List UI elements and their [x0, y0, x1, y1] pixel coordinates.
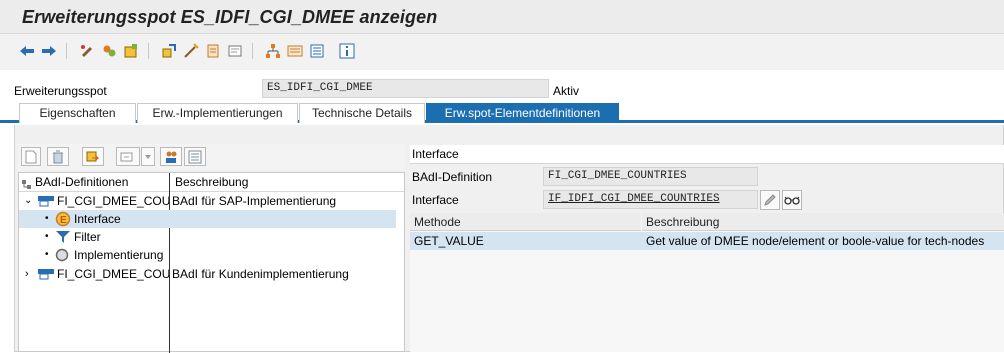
display-change-icon[interactable]	[78, 42, 96, 60]
delete-icon[interactable]	[47, 147, 69, 166]
edit-pencil-icon[interactable]	[760, 190, 780, 210]
activate-icon[interactable]	[122, 42, 140, 60]
enhancement-spot-field[interactable]: ES_IDFI_CGI_DMEE	[262, 79, 549, 98]
bullet-icon: •	[45, 249, 49, 260]
bullet-icon: •	[45, 231, 49, 242]
users-icon[interactable]	[160, 147, 182, 166]
new-document-icon[interactable]	[21, 147, 41, 166]
tab-elementdefinitionen[interactable]: Erw.spot-Elementdefinitionen	[426, 103, 619, 123]
tree-item-desc: BAdI für SAP-Implementierung	[172, 194, 337, 208]
chevron-right-icon[interactable]: ›	[25, 265, 29, 283]
badi-icon	[38, 267, 54, 286]
details-title: Interface	[410, 145, 1004, 164]
tree-item-label: FI_CGI_DMEE_COUN	[57, 267, 169, 281]
tree-row[interactable]: • E Interface	[19, 210, 396, 228]
tree-item-label: Interface	[74, 212, 121, 226]
tree-toolbar	[18, 144, 405, 170]
display-object-icon[interactable]	[226, 42, 244, 60]
description-cell: Get value of DMEE node/element or boole-…	[646, 234, 985, 248]
copy-icon[interactable]	[82, 147, 104, 166]
dmee-icon[interactable]	[204, 42, 222, 60]
tab-technische-details[interactable]: Technische Details	[299, 103, 425, 123]
chevron-down-icon[interactable]: ⌄	[24, 192, 32, 210]
tree-item-label: Filter	[74, 230, 101, 244]
column-badi-definitionen: BAdI-Definitionen	[35, 175, 129, 189]
interface-field[interactable]: IF_IDFI_CGI_DMEE_COUNTRIES	[543, 190, 758, 209]
tree-item-desc: BAdI für Kundenimplementierung	[172, 267, 349, 281]
tree-item-label: FI_CGI_DMEE_COUN	[57, 194, 169, 208]
tree-item-label: Implementierung	[74, 248, 164, 262]
window-title: Erweiterungsspot ES_IDFI_CGI_DMEE anzeig…	[22, 7, 438, 27]
badi-definition-label: BAdI-Definition	[412, 170, 493, 184]
interface-label: Interface	[412, 193, 459, 207]
badi-tree: BAdI-Definitionen Beschreibung ⌄ FI_CGI_…	[18, 172, 405, 353]
hierarchy-icon[interactable]	[264, 42, 282, 60]
tree-row[interactable]: › FI_CGI_DMEE_COUN BAdI für Kundenimplem…	[19, 265, 404, 283]
column-methode[interactable]: Methode	[410, 213, 641, 231]
svg-text:E: E	[60, 215, 67, 226]
tree-row[interactable]: • Filter	[19, 228, 169, 246]
bullet-icon: •	[45, 213, 49, 224]
info-icon[interactable]	[338, 42, 356, 60]
status-text: Aktiv	[553, 84, 580, 98]
cgi-icon[interactable]	[286, 42, 304, 60]
table-row[interactable]: GET_VALUE Get value of DMEE node/element…	[410, 232, 1004, 250]
dropdown-icon[interactable]	[141, 147, 155, 166]
column-beschreibung[interactable]: Beschreibung	[642, 213, 1004, 231]
display-object-list-icon[interactable]	[182, 42, 200, 60]
enhancement-spot-label: Erweiterungsspot	[14, 84, 107, 98]
glasses-icon[interactable]	[782, 190, 802, 210]
other-object-icon[interactable]	[100, 42, 118, 60]
tree-row[interactable]: ⌄ FI_CGI_DMEE_COUN BAdI für SAP-Implemen…	[19, 192, 404, 210]
tab-eigenschaften[interactable]: Eigenschaften	[19, 103, 136, 123]
tab-erw-implementierungen[interactable]: Erw.-Implementierungen	[137, 103, 298, 123]
application-toolbar	[0, 34, 1004, 70]
tree-column-header[interactable]: BAdI-Definitionen	[19, 173, 169, 192]
list-icon[interactable]	[184, 147, 206, 166]
method-cell: GET_VALUE	[414, 234, 484, 248]
forward-arrow-icon[interactable]	[40, 42, 58, 60]
tree-row[interactable]: • Implementierung	[19, 246, 169, 264]
tab-strip: Eigenschaften Erw.-Implementierungen Tec…	[0, 103, 1004, 123]
column-beschreibung[interactable]: Beschreibung	[170, 173, 404, 192]
where-used-icon[interactable]	[160, 42, 178, 60]
document-icon[interactable]	[308, 42, 326, 60]
methods-table: Methode Beschreibung GET_VALUE Get value…	[410, 213, 1004, 352]
badi-definition-field[interactable]: FI_CGI_DMEE_COUNTRIES	[543, 167, 758, 186]
create-element-icon[interactable]	[116, 147, 140, 166]
back-arrow-icon[interactable]	[18, 42, 36, 60]
